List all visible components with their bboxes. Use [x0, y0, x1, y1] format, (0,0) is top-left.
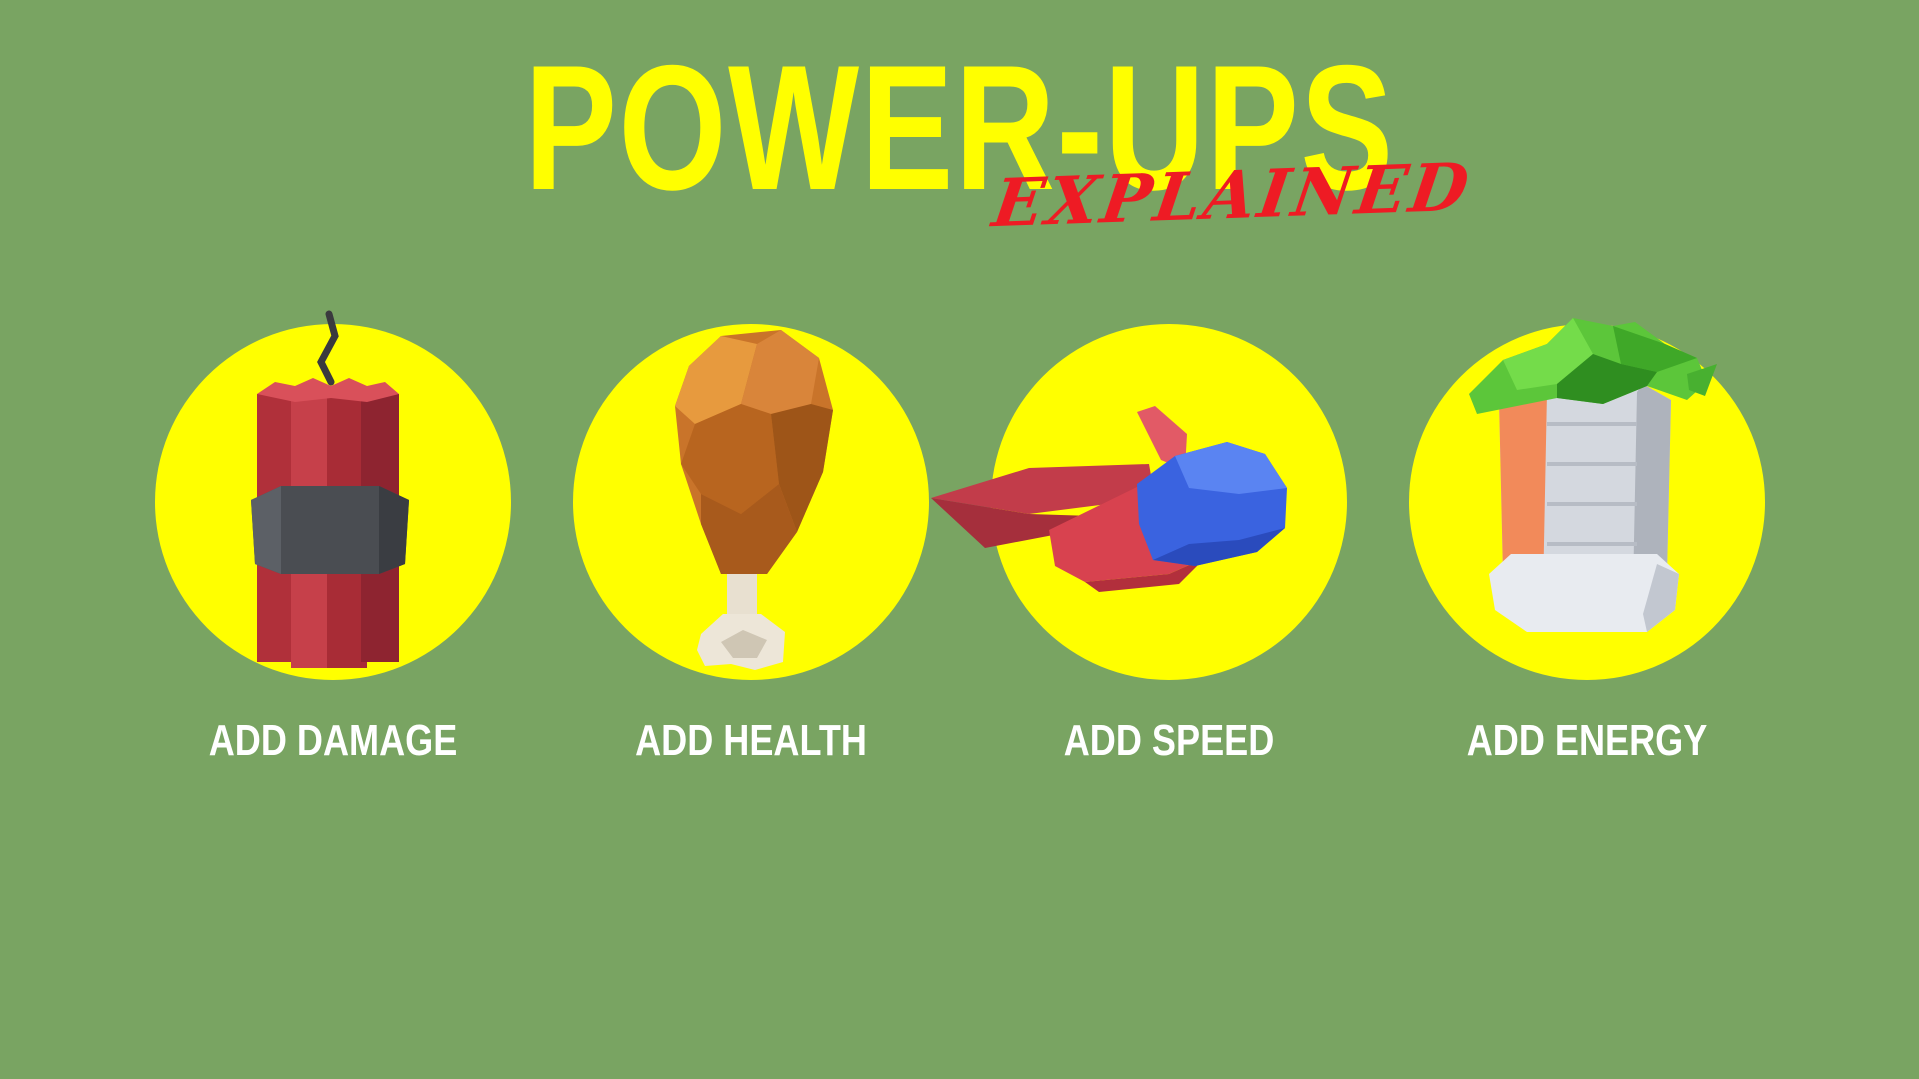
powerup-card-energy: ADD ENERGY	[1407, 318, 1767, 824]
page-title: POWER-UPS	[524, 28, 1395, 227]
powerup-label: ADD ENERGY	[1466, 716, 1708, 765]
powerup-label: ADD HEALTH	[635, 716, 867, 765]
dynamite-icon	[251, 310, 409, 668]
powerup-label: ADD DAMAGE	[208, 716, 458, 765]
rocket-icon	[931, 406, 1287, 592]
chicken-leg-icon	[675, 330, 833, 670]
powerup-label: ADD SPEED	[1063, 716, 1275, 765]
powerup-card-speed: ADD SPEED	[931, 324, 1349, 824]
energy-can-icon	[1469, 318, 1717, 632]
powerup-card-health: ADD HEALTH	[571, 324, 931, 824]
powerup-card-damage: ADD DAMAGE	[153, 310, 513, 824]
page-subtitle: EXPLAINED	[988, 147, 1477, 243]
